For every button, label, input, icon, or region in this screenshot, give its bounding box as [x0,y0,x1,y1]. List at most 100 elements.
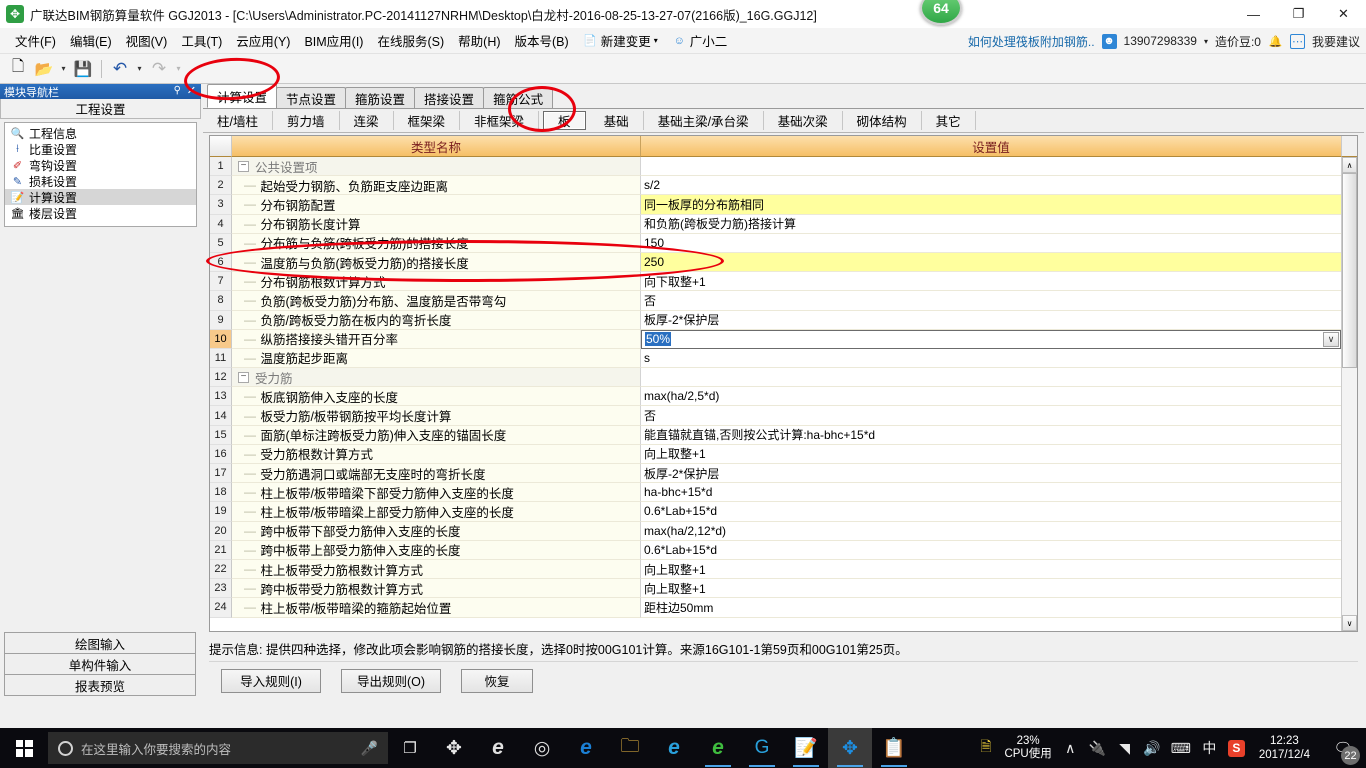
table-row[interactable]: 17 — 受力筋遇洞口或端部无支座时的弯折长度 板厚-2*保护层 [210,464,1341,484]
table-row[interactable]: 22 — 柱上板带受力筋根数计算方式 向上取整+1 [210,559,1341,580]
open-file-chevron-down-icon[interactable]: ▾ [58,57,69,81]
tab-frame-beam[interactable]: 框架梁 [394,111,461,130]
grid-vertical-scrollbar[interactable]: ∧ ∨ [1341,157,1357,631]
table-row[interactable]: 15 — 面筋(单标注跨板受力筋)伸入支座的锚固长度 能直锚就直锚,否则按公式计算… [210,425,1341,445]
menu-version[interactable]: 版本号(B) [508,28,576,53]
table-row[interactable]: 12− 受力筋 [210,368,1341,388]
app-360-browser[interactable]: e [696,728,740,768]
row-setting-value[interactable]: s [641,348,1341,369]
table-row[interactable]: 11 — 温度筋起步距离 s [210,348,1341,369]
tab-column-wallcolumn[interactable]: 柱/墙柱 [203,111,273,130]
table-row[interactable]: 8 — 负筋(跨板受力筋)分布筋、温度筋是否带弯勾否 [210,291,1341,311]
start-button[interactable] [0,728,48,768]
table-row[interactable]: 20 — 跨中板带下部受力筋伸入支座的长度 max(ha/2,12*d) [210,521,1341,541]
app-notepad-edit[interactable]: 📝 [784,728,828,768]
table-row[interactable]: 1− 公共设置项 [210,157,1341,177]
new-change-button[interactable]: 📄 新建变更 ▾ [576,28,665,53]
open-file-icon[interactable]: 📂 [32,57,56,81]
row-setting-value[interactable]: 向上取整+1 [641,559,1341,580]
tab-shear-wall[interactable]: 剪力墙 [273,111,340,130]
menu-file[interactable]: 文件(F) [8,28,63,53]
save-icon[interactable]: 💾 [71,57,95,81]
tree-item-project-info[interactable]: 🔍 工程信息 [5,125,196,141]
taskbar-clock[interactable]: 12:23 2017/12/4 [1255,734,1314,763]
tab-node-settings[interactable]: 节点设置 [276,87,347,108]
row-setting-value[interactable]: s/2 [641,176,1341,196]
app-globe-bell[interactable]: ◎ [520,728,564,768]
scrollbar-thumb[interactable] [1342,173,1357,368]
ime-mode-icon[interactable]: 中 [1201,738,1218,758]
undo-chevron-down-icon[interactable]: ▾ [134,57,145,81]
table-row[interactable]: 6 — 温度筋与负筋(跨板受力筋)的搭接长度 250 [210,252,1341,273]
table-row[interactable]: 21 — 跨中板带上部受力筋伸入支座的长度 0.6*Lab+15*d [210,540,1341,560]
notification-center-button[interactable]: 🗨 22 [1324,728,1362,768]
row-setting-value[interactable]: 150 [641,233,1341,253]
menu-help[interactable]: 帮助(H) [451,28,507,53]
row-setting-value[interactable] [641,368,1341,388]
menu-cloud-apps[interactable]: 云应用(Y) [229,28,297,53]
row-setting-value[interactable]: 否 [641,406,1341,426]
export-rules-button[interactable]: 导出规则(O) [341,668,441,693]
table-row[interactable]: 3 — 分布钢筋配置 同一板厚的分布筋相同 [210,195,1341,215]
row-setting-value[interactable]: 同一板厚的分布筋相同 [641,195,1341,215]
feedback-icon[interactable]: ⋯ [1289,33,1305,49]
table-row[interactable]: 13 — 板底钢筋伸入支座的长度 max(ha/2,5*d) [210,387,1341,407]
table-row[interactable]: 2 — 起始受力钢筋、负筋距支座边距离 s/2 [210,176,1341,196]
promo-link[interactable]: 如何处理筏板附加钢筋.. [968,33,1095,50]
app-edge-dev[interactable]: e [476,728,520,768]
maximize-button[interactable]: ❐ [1276,0,1321,28]
table-row[interactable]: 4 — 分布钢筋长度计算 和负筋(跨板受力筋)搭接计算 [210,214,1341,234]
taskbar-search-input[interactable]: 在这里输入你要搜索的内容 🎤 [48,732,388,764]
tree-item-density-settings[interactable]: ⟊ 比重设置 [5,141,196,157]
account-phone[interactable]: 13907298339 [1124,34,1197,48]
table-row[interactable]: 10 — 纵筋搭接接头错开百分率 50% ∨ [210,329,1341,349]
feedback-label[interactable]: 我要建议 [1312,33,1360,50]
row-setting-value[interactable]: 距柱边50mm [641,598,1341,618]
account-chevron-down-icon[interactable]: ▾ [1204,37,1208,46]
collapse-expander-icon[interactable]: − [238,371,249,383]
tree-item-loss-settings[interactable]: ✎ 损耗设置 [5,173,196,189]
bell-icon[interactable]: 🔔 [1268,34,1283,49]
table-row[interactable]: 23 — 跨中板带受力筋根数计算方式 向上取整+1 [210,579,1341,599]
tab-lap-settings[interactable]: 搭接设置 [414,87,485,108]
row-setting-value[interactable]: 0.6*Lab+15*d [641,540,1341,560]
app-glodon-ggj[interactable]: ✥ [828,728,872,768]
menu-tools[interactable]: 工具(T) [174,28,229,53]
menu-bim-apps[interactable]: BIM应用(I) [297,28,370,53]
tree-item-hook-settings[interactable]: ✐ 弯钩设置 [5,157,196,173]
menu-edit[interactable]: 编辑(E) [63,28,119,53]
row-setting-value[interactable]: ha-bhc+15*d [641,483,1341,503]
table-row[interactable]: 18 — 柱上板带/板带暗梁下部受力筋伸入支座的长度 ha-bhc+15*d [210,483,1341,503]
menu-view[interactable]: 视图(V) [119,28,175,53]
dock-close-icon[interactable]: ✕ [187,84,196,97]
app-propeller[interactable]: ✥ [432,728,476,768]
scroll-down-arrow-icon[interactable]: ∨ [1342,615,1357,631]
tray-chevron-up-icon[interactable]: ∧ [1062,740,1079,757]
row-setting-value[interactable] [641,157,1341,177]
value-chevron-down-icon[interactable]: ∨ [1323,331,1339,347]
tab-stirrup-settings[interactable]: 箍筋设置 [345,87,416,108]
volume-icon[interactable]: 🔊 [1143,740,1160,757]
table-row[interactable]: 19 — 柱上板带/板带暗梁上部受力筋伸入支座的长度 0.6*Lab+15*d [210,502,1341,522]
row-setting-value[interactable]: 250 [641,252,1341,273]
row-setting-value[interactable]: 和负筋(跨板受力筋)搭接计算 [641,214,1341,234]
menu-online-service[interactable]: 在线服务(S) [370,28,451,53]
tab-slab[interactable]: 板 [543,111,586,130]
table-row[interactable]: 7 — 分布钢筋根数计算方式 向下取整+1 [210,272,1341,292]
scrollbar-track[interactable] [1342,173,1357,615]
wifi-icon[interactable]: ◥ [1116,740,1133,757]
row-setting-value[interactable]: max(ha/2,5*d) [641,387,1341,407]
row-setting-value[interactable]: 能直锚就直锚,否则按公式计算:ha-bhc+15*d [641,425,1341,445]
microphone-icon[interactable]: 🎤 [361,740,378,757]
pin-icon[interactable]: ⚲ [174,85,181,96]
tab-others[interactable]: 其它 [922,111,976,130]
drawing-input-button[interactable]: 绘图输入 [4,632,196,654]
table-row[interactable]: 24 — 柱上板带/板带暗梁的箍筋起始位置 距柱边50mm [210,598,1341,618]
report-preview-button[interactable]: 报表预览 [4,674,196,696]
collapse-expander-icon[interactable]: − [238,160,249,172]
assistant-button[interactable]: ☺ 广小二 [665,28,735,53]
tab-calculation-settings[interactable]: 计算设置 [207,84,278,108]
table-row[interactable]: 9 — 负筋/跨板受力筋在板内的弯折长度 板厚-2*保护层 [210,310,1341,330]
row-setting-value[interactable]: 板厚-2*保护层 [641,464,1341,484]
table-row[interactable]: 16 — 受力筋根数计算方式 向上取整+1 [210,444,1341,464]
